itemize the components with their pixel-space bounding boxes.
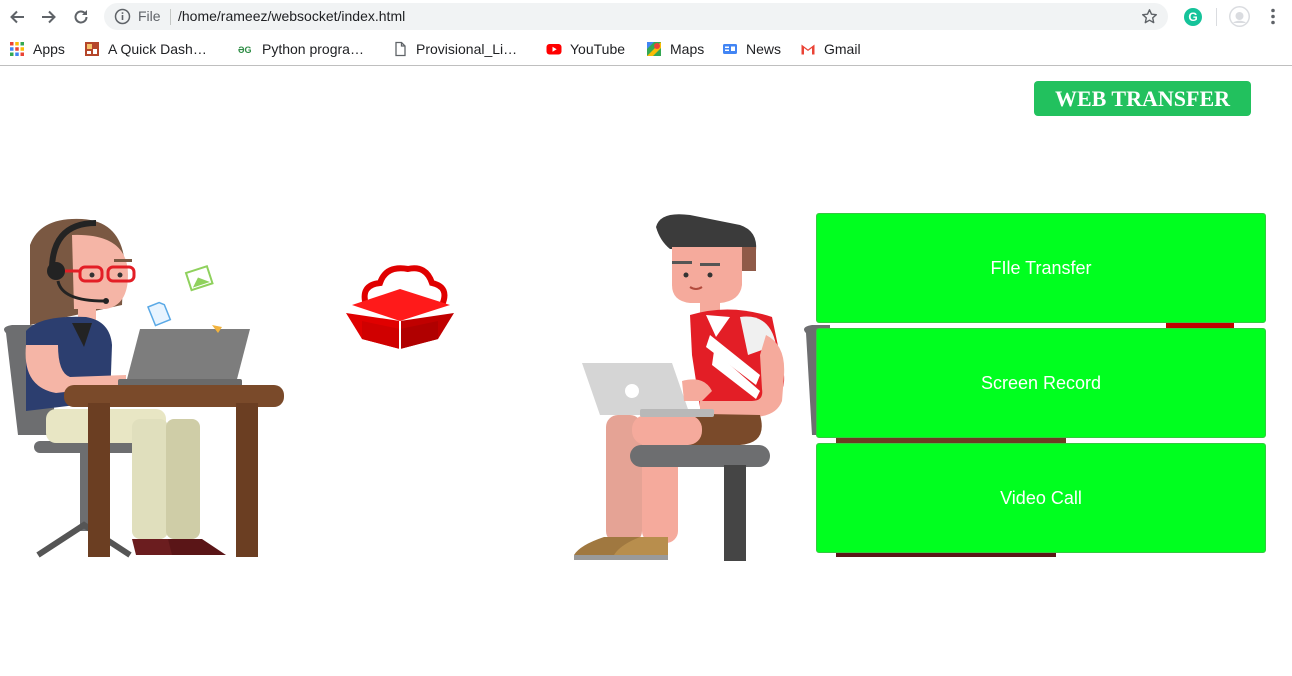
document-icon [392, 41, 408, 57]
bookmark-news[interactable]: News [722, 39, 781, 59]
arrow-left-icon [10, 10, 24, 24]
bookmark-label: Gmail [824, 41, 861, 57]
bookmark-provisional[interactable]: Provisional_Li… [392, 39, 517, 59]
youtube-icon [546, 41, 562, 57]
dashboard-favicon-icon [84, 41, 100, 57]
bookmarks-bar: Apps A Quick Dash… ƏG Python progra… Pro… [0, 33, 1292, 66]
bookmark-youtube[interactable]: YouTube [546, 39, 625, 59]
bookmark-label: A Quick Dash… [108, 41, 207, 57]
file-transfer-button[interactable]: FIle Transfer [816, 213, 1266, 323]
reload-button[interactable] [68, 4, 94, 30]
bookmark-maps[interactable]: Maps [646, 39, 704, 59]
reload-icon [74, 10, 88, 24]
apps-grid-icon [9, 41, 25, 57]
geeksforgeeks-favicon-icon: ƏG [238, 41, 254, 57]
web-transfer-brand-button[interactable]: WEB TRANSFER [1034, 81, 1251, 116]
back-button[interactable] [4, 4, 30, 30]
address-url[interactable]: /home/rameez/websocket/index.html [178, 8, 405, 24]
bookmark-label: News [746, 41, 782, 57]
toolbar-divider [1216, 8, 1217, 26]
arrow-right-icon [42, 10, 56, 24]
address-scheme-label: File [138, 8, 161, 24]
svg-text:ƏG: ƏG [238, 45, 252, 55]
forward-button[interactable] [36, 4, 62, 30]
maps-icon [646, 41, 662, 57]
bookmark-label: Provisional_Li… [416, 41, 518, 57]
man-with-laptop-illustration [574, 214, 785, 561]
profile-icon[interactable] [1229, 6, 1250, 27]
woman-with-laptop-illustration [4, 218, 284, 558]
bookmark-label: Python progra… [262, 41, 364, 57]
bookmark-label: Maps [670, 41, 705, 57]
bookmark-python-programs[interactable]: ƏG Python progra… [238, 39, 364, 59]
more-vertical-icon[interactable] [1263, 6, 1283, 27]
bookmark-apps[interactable]: Apps [9, 39, 65, 59]
video-call-button[interactable]: Video Call [816, 443, 1266, 553]
info-icon[interactable] [114, 8, 131, 25]
bookmark-label: YouTube [570, 41, 626, 57]
browser-toolbar: File /home/rameez/websocket/index.html G [0, 0, 1292, 33]
cloud-box-icon [346, 265, 454, 349]
screen-record-button[interactable]: Screen Record [816, 328, 1266, 438]
gmail-icon [800, 41, 816, 57]
bookmark-quick-dashboard[interactable]: A Quick Dash… [84, 39, 207, 59]
address-separator [170, 9, 171, 25]
news-icon [722, 41, 738, 57]
star-icon[interactable] [1141, 8, 1158, 25]
address-bar[interactable]: File /home/rameez/websocket/index.html [104, 3, 1168, 30]
bookmark-gmail[interactable]: Gmail [800, 39, 861, 59]
grammarly-icon[interactable]: G [1184, 8, 1202, 26]
bookmark-label: Apps [33, 41, 65, 57]
